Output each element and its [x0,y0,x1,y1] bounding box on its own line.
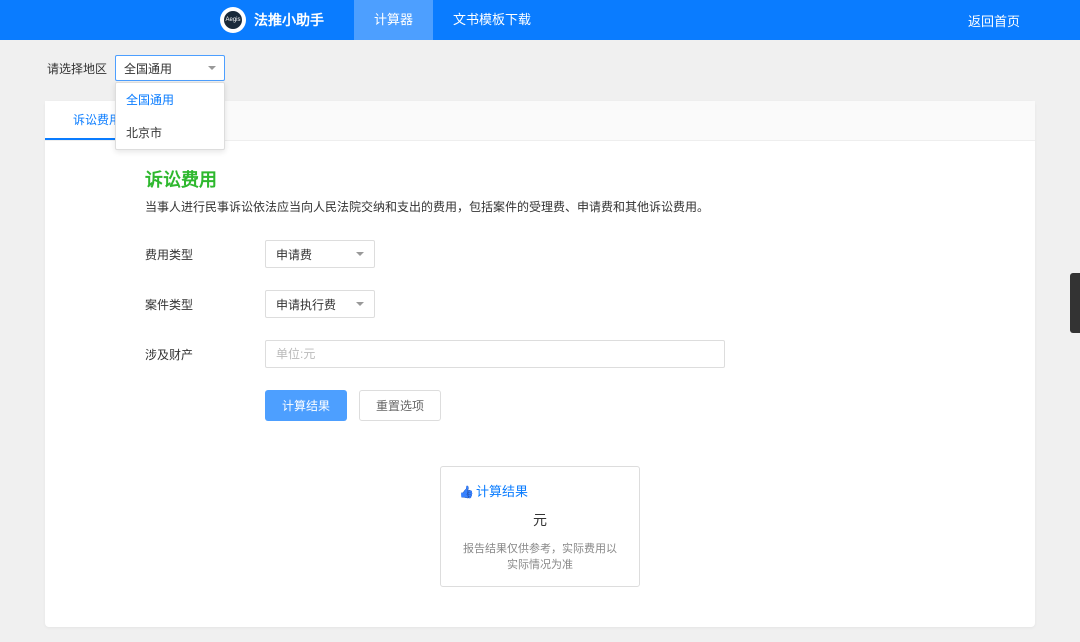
page-description: 当事人进行民事诉讼依法应当向人民法院交纳和支出的费用，包括案件的受理费、申请费和… [145,198,935,215]
fee-type-value: 申请费 [276,246,312,263]
chevron-down-icon [356,302,364,306]
page-title: 诉讼费用 [145,166,935,192]
region-option-national[interactable]: 全国通用 [116,83,224,116]
region-select-box[interactable]: 全国通用 [115,55,225,81]
main-card: 诉讼费用 律师费 诉讼费用 当事人进行民事诉讼依法应当向人民法院交纳和支出的费用… [45,101,1035,627]
case-type-value: 申请执行费 [276,296,336,313]
case-type-select[interactable]: 申请执行费 [265,290,375,318]
case-type-row: 案件类型 申请执行费 [145,290,935,318]
result-title: 计算结果 [459,481,621,500]
calculate-button[interactable]: 计算结果 [265,390,347,421]
header: Aegis 法推小助手 计算器 文书模板下载 返回首页 [0,0,1080,40]
property-input[interactable] [265,340,725,368]
nav-template-download[interactable]: 文书模板下载 [433,0,551,40]
logo-icon: Aegis [220,7,246,33]
region-option-beijing[interactable]: 北京市 [116,116,224,149]
fee-type-label: 费用类型 [145,246,265,263]
region-selected-value: 全国通用 [124,60,172,77]
nav-calculator[interactable]: 计算器 [354,0,433,40]
chevron-down-icon [208,66,216,70]
main-container: 请选择地区 全国通用 全国通用 北京市 诉讼费用 律师费 诉讼费用 当事人进行民… [45,40,1035,642]
reset-button[interactable]: 重置选项 [359,390,441,421]
fee-type-row: 费用类型 申请费 [145,240,935,268]
side-handle[interactable] [1070,273,1080,333]
property-label: 涉及财产 [145,346,265,363]
case-type-label: 案件类型 [145,296,265,313]
region-dropdown: 全国通用 北京市 [115,82,225,150]
chevron-down-icon [356,252,364,256]
back-home-link[interactable]: 返回首页 [968,11,1020,30]
region-select: 全国通用 全国通用 北京市 [115,55,225,81]
result-box: 计算结果 元 报告结果仅供参考，实际费用以实际情况为准 [440,466,640,587]
region-selector-row: 请选择地区 全国通用 全国通用 北京市 [45,55,1035,81]
button-row: 计算结果 重置选项 [265,390,935,421]
property-row: 涉及财产 [145,340,935,368]
region-label: 请选择地区 [47,60,107,77]
fee-type-select[interactable]: 申请费 [265,240,375,268]
content: 诉讼费用 当事人进行民事诉讼依法应当向人民法院交纳和支出的费用，包括案件的受理费… [45,141,1035,627]
logo-area: Aegis 法推小助手 [220,7,354,33]
app-title: 法推小助手 [254,10,324,30]
result-unit: 元 [459,510,621,530]
